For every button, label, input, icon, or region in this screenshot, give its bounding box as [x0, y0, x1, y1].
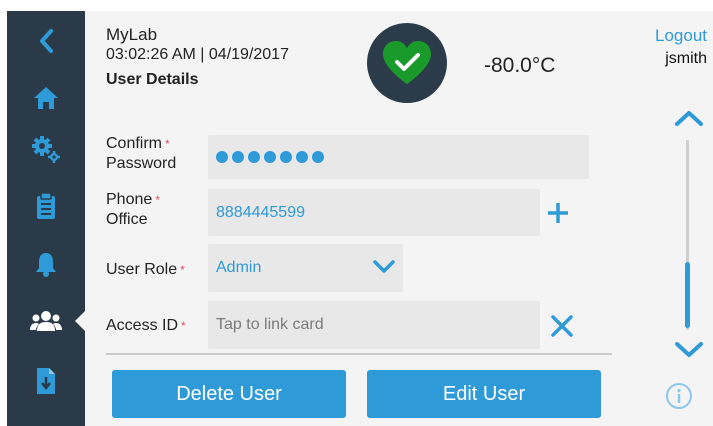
phone-label-line2: Office	[106, 211, 148, 228]
confirm-password-label: Confirm * Password	[106, 134, 176, 174]
delete-user-button[interactable]: Delete User	[112, 370, 346, 418]
add-phone-button[interactable]	[543, 198, 573, 228]
timestamp: 03:02:26 AM | 04/19/2017	[106, 46, 289, 63]
confirm-password-field[interactable]	[208, 135, 589, 179]
password-dot	[232, 151, 244, 163]
app-name: MyLab	[106, 25, 158, 44]
active-indicator	[75, 311, 85, 331]
phone-label: Phone * Office	[106, 190, 160, 230]
users-icon	[30, 311, 62, 331]
required-marker: *	[165, 137, 170, 151]
username: jsmith	[665, 50, 707, 67]
back-button[interactable]	[7, 16, 85, 66]
scroll-down-button[interactable]	[674, 338, 704, 362]
password-dot	[280, 151, 292, 163]
password-dot	[296, 151, 308, 163]
temperature-readout: -80.0°C	[484, 54, 556, 77]
required-marker: *	[181, 319, 186, 333]
sidebar-item-settings[interactable]	[7, 124, 85, 174]
sidebar-item-home[interactable]	[7, 73, 85, 123]
sidebar-item-export[interactable]	[7, 356, 85, 406]
user-role-select[interactable]: Admin	[208, 244, 403, 292]
chevron-down-icon	[675, 342, 703, 357]
password-dot	[264, 151, 276, 163]
user-role-label-text: User Role	[106, 261, 178, 278]
home-icon	[34, 87, 58, 109]
back-arrow-icon	[40, 29, 53, 53]
confirm-password-label-line2: Password	[106, 155, 177, 172]
phone-field[interactable]: 8884445599	[208, 189, 540, 236]
phone-value: 8884445599	[216, 203, 305, 221]
password-dot	[312, 151, 324, 163]
access-id-label-text: Access ID	[106, 317, 179, 334]
logout-link[interactable]: Logout	[655, 26, 707, 46]
settings-gears-icon	[32, 136, 60, 163]
chevron-down-icon	[373, 260, 395, 273]
plus-icon	[548, 203, 568, 223]
bell-icon	[36, 253, 56, 277]
user-role-value: Admin	[216, 259, 262, 276]
chevron-up-icon	[675, 111, 703, 126]
required-marker: *	[155, 193, 160, 207]
confirm-password-label-line1: Confirm	[106, 135, 163, 152]
edit-user-button[interactable]: Edit User	[367, 370, 601, 418]
required-marker: *	[180, 263, 185, 277]
scrollbar-thumb[interactable]	[685, 262, 690, 328]
export-document-icon	[37, 368, 55, 394]
access-id-label: Access ID *	[106, 316, 186, 336]
sidebar-item-clipboard[interactable]	[7, 181, 85, 231]
clipboard-icon	[37, 192, 55, 219]
access-id-field[interactable]: Tap to link card	[208, 301, 540, 349]
heart-check-icon	[383, 41, 431, 84]
password-dot	[248, 151, 260, 163]
access-id-placeholder: Tap to link card	[216, 316, 324, 333]
sidebar	[7, 11, 85, 426]
sidebar-item-alerts[interactable]	[7, 239, 85, 289]
system-status-indicator[interactable]	[367, 23, 447, 103]
close-icon	[551, 315, 573, 337]
clear-access-id-button[interactable]	[547, 311, 577, 341]
info-icon	[666, 383, 692, 409]
masked-password	[216, 151, 324, 163]
form-divider	[106, 353, 612, 355]
info-button[interactable]	[664, 381, 694, 411]
sidebar-item-users[interactable]	[7, 296, 85, 346]
user-role-label: User Role *	[106, 260, 185, 280]
page-title: User Details	[106, 71, 199, 88]
phone-label-line1: Phone	[106, 191, 153, 208]
scroll-up-button[interactable]	[674, 106, 704, 130]
password-dot	[216, 151, 228, 163]
